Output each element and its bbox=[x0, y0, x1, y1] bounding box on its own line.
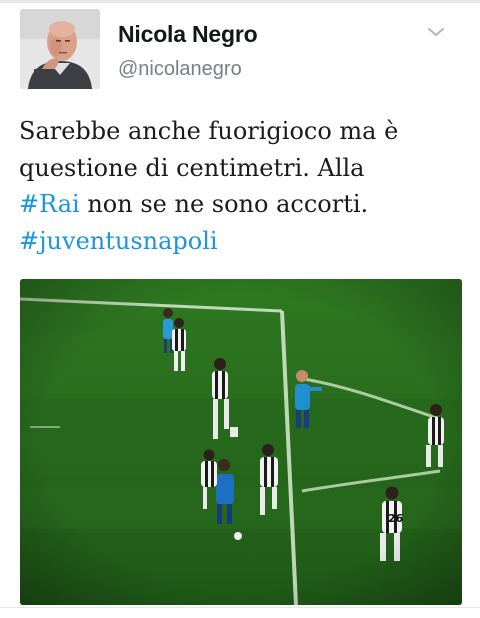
football-match-image: 26 bbox=[20, 279, 462, 605]
tweet-media-image[interactable]: 26 bbox=[20, 279, 462, 605]
avatar[interactable] bbox=[20, 9, 100, 89]
tweet-text-line-3-rest: non se ne sono accorti. bbox=[79, 190, 369, 218]
tweet-text-line-1: Sarebbe anche fuorigioco ma è bbox=[19, 117, 399, 145]
user-handle[interactable]: @nicolanegro bbox=[118, 58, 242, 81]
tweet-text: Sarebbe anche fuorigioco ma è questione … bbox=[19, 113, 469, 259]
hashtag-juventusnapoli-link[interactable]: #juventusnapoli bbox=[19, 227, 218, 255]
display-name[interactable]: Nicola Negro bbox=[118, 21, 258, 48]
tweet-text-line-4: #juventusnapoli bbox=[19, 223, 469, 260]
tweet-text-line-3: #Rai non se ne sono accorti. bbox=[19, 186, 469, 223]
profile-photo-icon bbox=[20, 9, 100, 89]
tweet-text-line-2: questione di centimetri. Alla bbox=[19, 153, 365, 182]
bottom-divider bbox=[0, 607, 480, 608]
hashtag-rai-link[interactable]: #Rai bbox=[19, 190, 80, 218]
chevron-down-icon[interactable] bbox=[424, 22, 448, 42]
top-divider bbox=[0, 0, 480, 3]
